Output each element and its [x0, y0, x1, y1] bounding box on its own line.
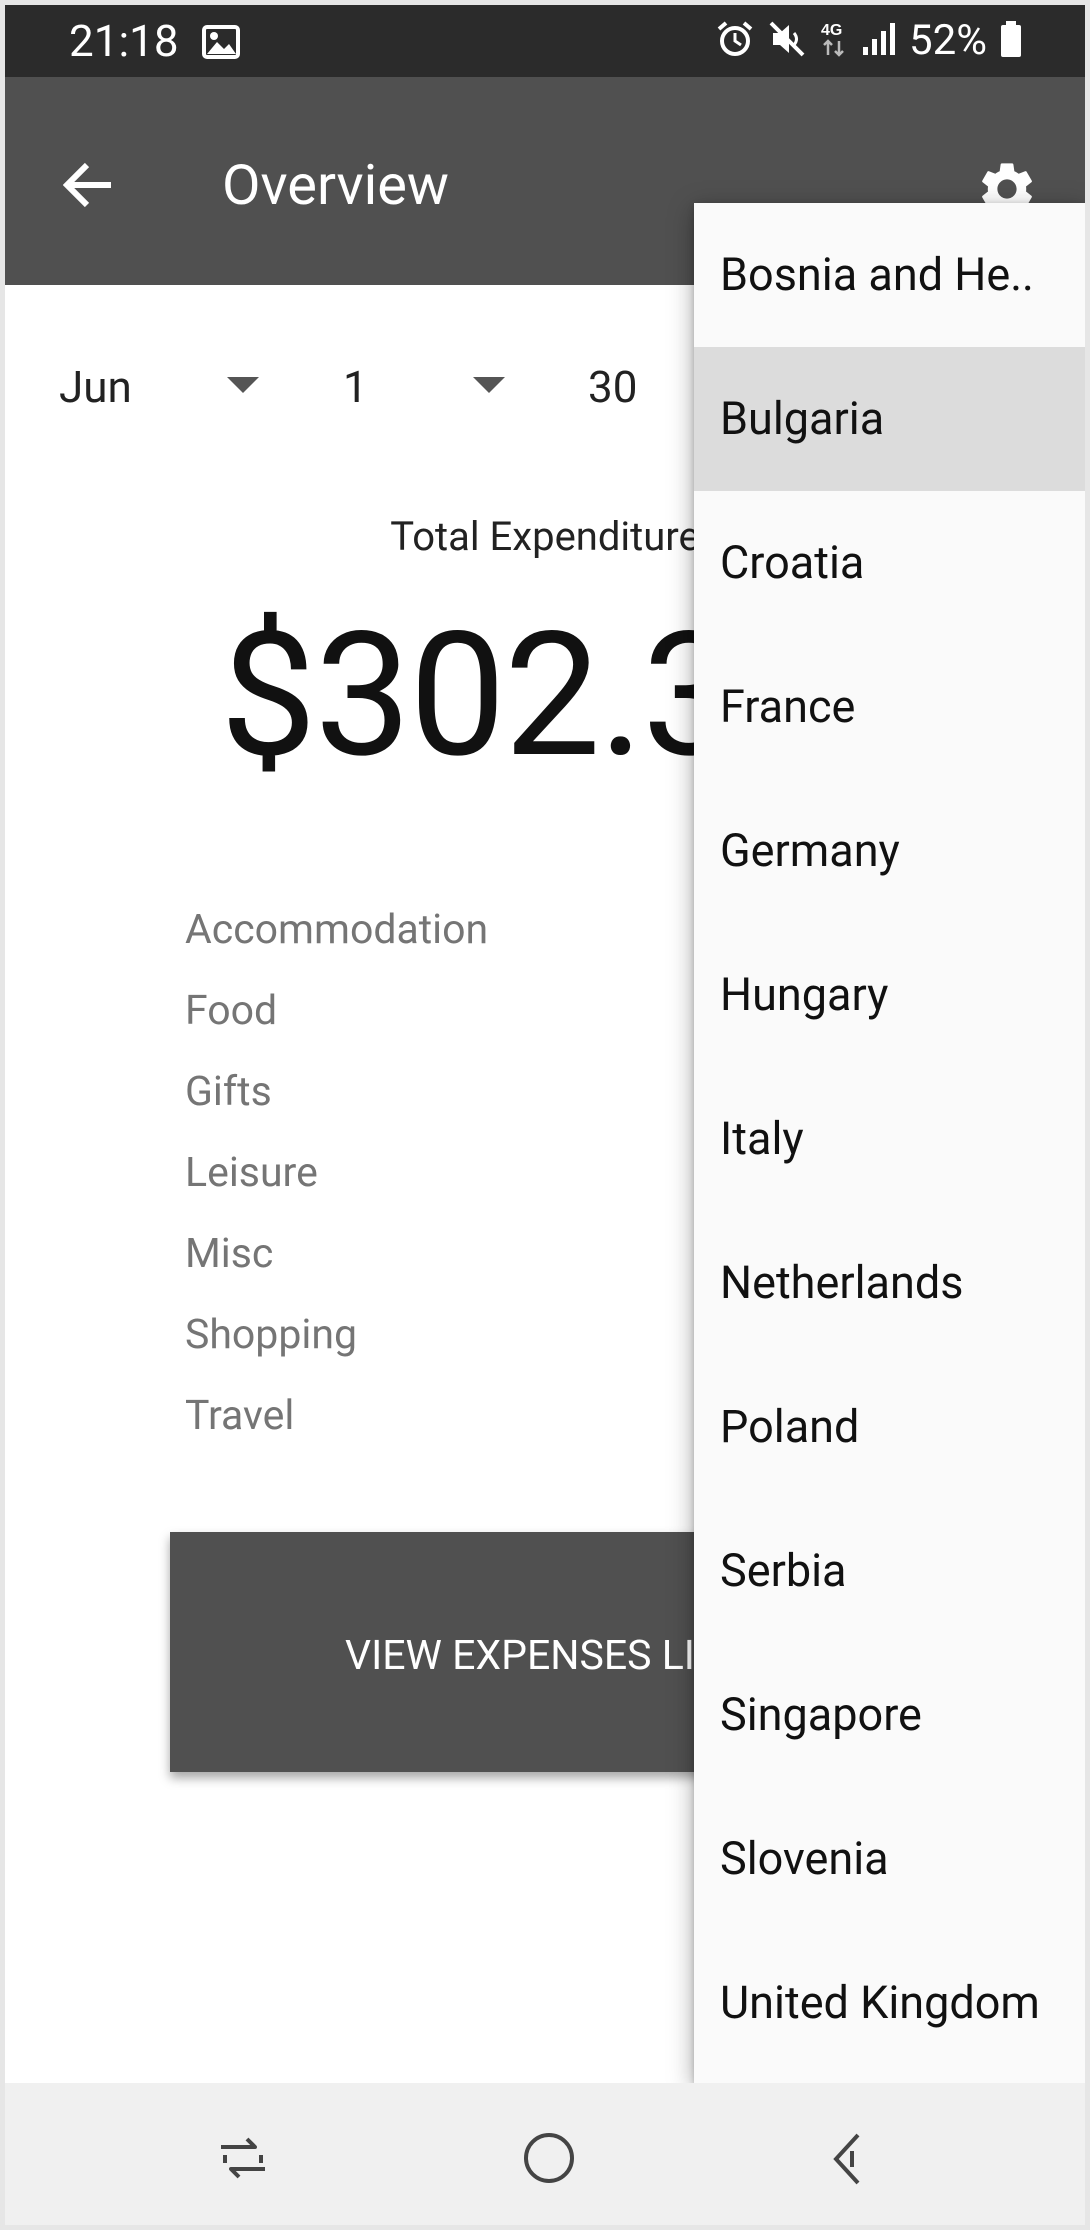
dropdown-item-germany[interactable]: Germany [694, 779, 1085, 923]
arrow-left-icon[interactable] [62, 161, 115, 213]
status-bar: 21:18 4G 52% [5, 5, 1085, 77]
dropdown-item-bulgaria[interactable]: Bulgaria [694, 347, 1085, 491]
total-expenditure-amount: $302.3 [220, 594, 739, 796]
status-icons: 4G 52% [715, 17, 1023, 65]
end-day-dropdown[interactable]: 30 [588, 345, 637, 429]
screen: 21:18 4G 52% Overview Jun 1 30 Total Exp… [5, 5, 1085, 2225]
dropdown-item-serbia[interactable]: Serbia [694, 1499, 1085, 1643]
battery-icon [999, 19, 1023, 63]
dropdown-item-singapore[interactable]: Singapore [694, 1643, 1085, 1787]
battery-percent: 52% [909, 16, 987, 65]
signal-icon [861, 19, 897, 63]
category-item: Leisure [185, 1149, 318, 1197]
category-list: Accommodation Food Gifts Leisure Misc Sh… [185, 890, 488, 1457]
dropdown-item-croatia[interactable]: Croatia [694, 491, 1085, 635]
page-title: Overview [222, 152, 449, 218]
back-nav-icon[interactable] [828, 2131, 868, 2191]
dropdown-item-poland[interactable]: Poland [694, 1355, 1085, 1499]
image-icon [202, 25, 240, 63]
dropdown-item-bosnia[interactable]: Bosnia and He.. [694, 203, 1085, 347]
category-item: Travel [185, 1392, 295, 1440]
category-item: Food [185, 987, 278, 1035]
chevron-down-icon[interactable] [227, 377, 259, 393]
chevron-down-icon[interactable] [473, 377, 505, 393]
view-expenses-label: VIEW EXPENSES LI [345, 1632, 695, 1680]
dropdown-item-france[interactable]: France [694, 635, 1085, 779]
dropdown-item-netherlands[interactable]: Netherlands [694, 1211, 1085, 1355]
dropdown-item-slovenia[interactable]: Slovenia [694, 1787, 1085, 1931]
month-dropdown[interactable]: Jun [59, 345, 132, 429]
home-icon[interactable] [521, 2130, 577, 2190]
category-item: Gifts [185, 1068, 272, 1116]
system-nav-bar [5, 2083, 1085, 2225]
status-time: 21:18 [69, 15, 179, 67]
start-day-dropdown[interactable]: 1 [343, 345, 368, 429]
4g-icon: 4G [819, 19, 849, 63]
category-item: Accommodation [185, 906, 489, 954]
category-item: Misc [185, 1230, 274, 1278]
dropdown-item-italy[interactable]: Italy [694, 1067, 1085, 1211]
alarm-icon [715, 19, 755, 63]
dropdown-item-united-kingdom[interactable]: United Kingdom [694, 1931, 1085, 2075]
recent-apps-icon[interactable] [215, 2133, 271, 2189]
mute-icon [767, 19, 807, 63]
dropdown-item-hungary[interactable]: Hungary [694, 923, 1085, 1067]
svg-text:4G: 4G [821, 22, 842, 39]
country-dropdown-menu: Bosnia and He.. Bulgaria Croatia France … [694, 203, 1085, 2083]
category-item: Shopping [185, 1311, 357, 1359]
